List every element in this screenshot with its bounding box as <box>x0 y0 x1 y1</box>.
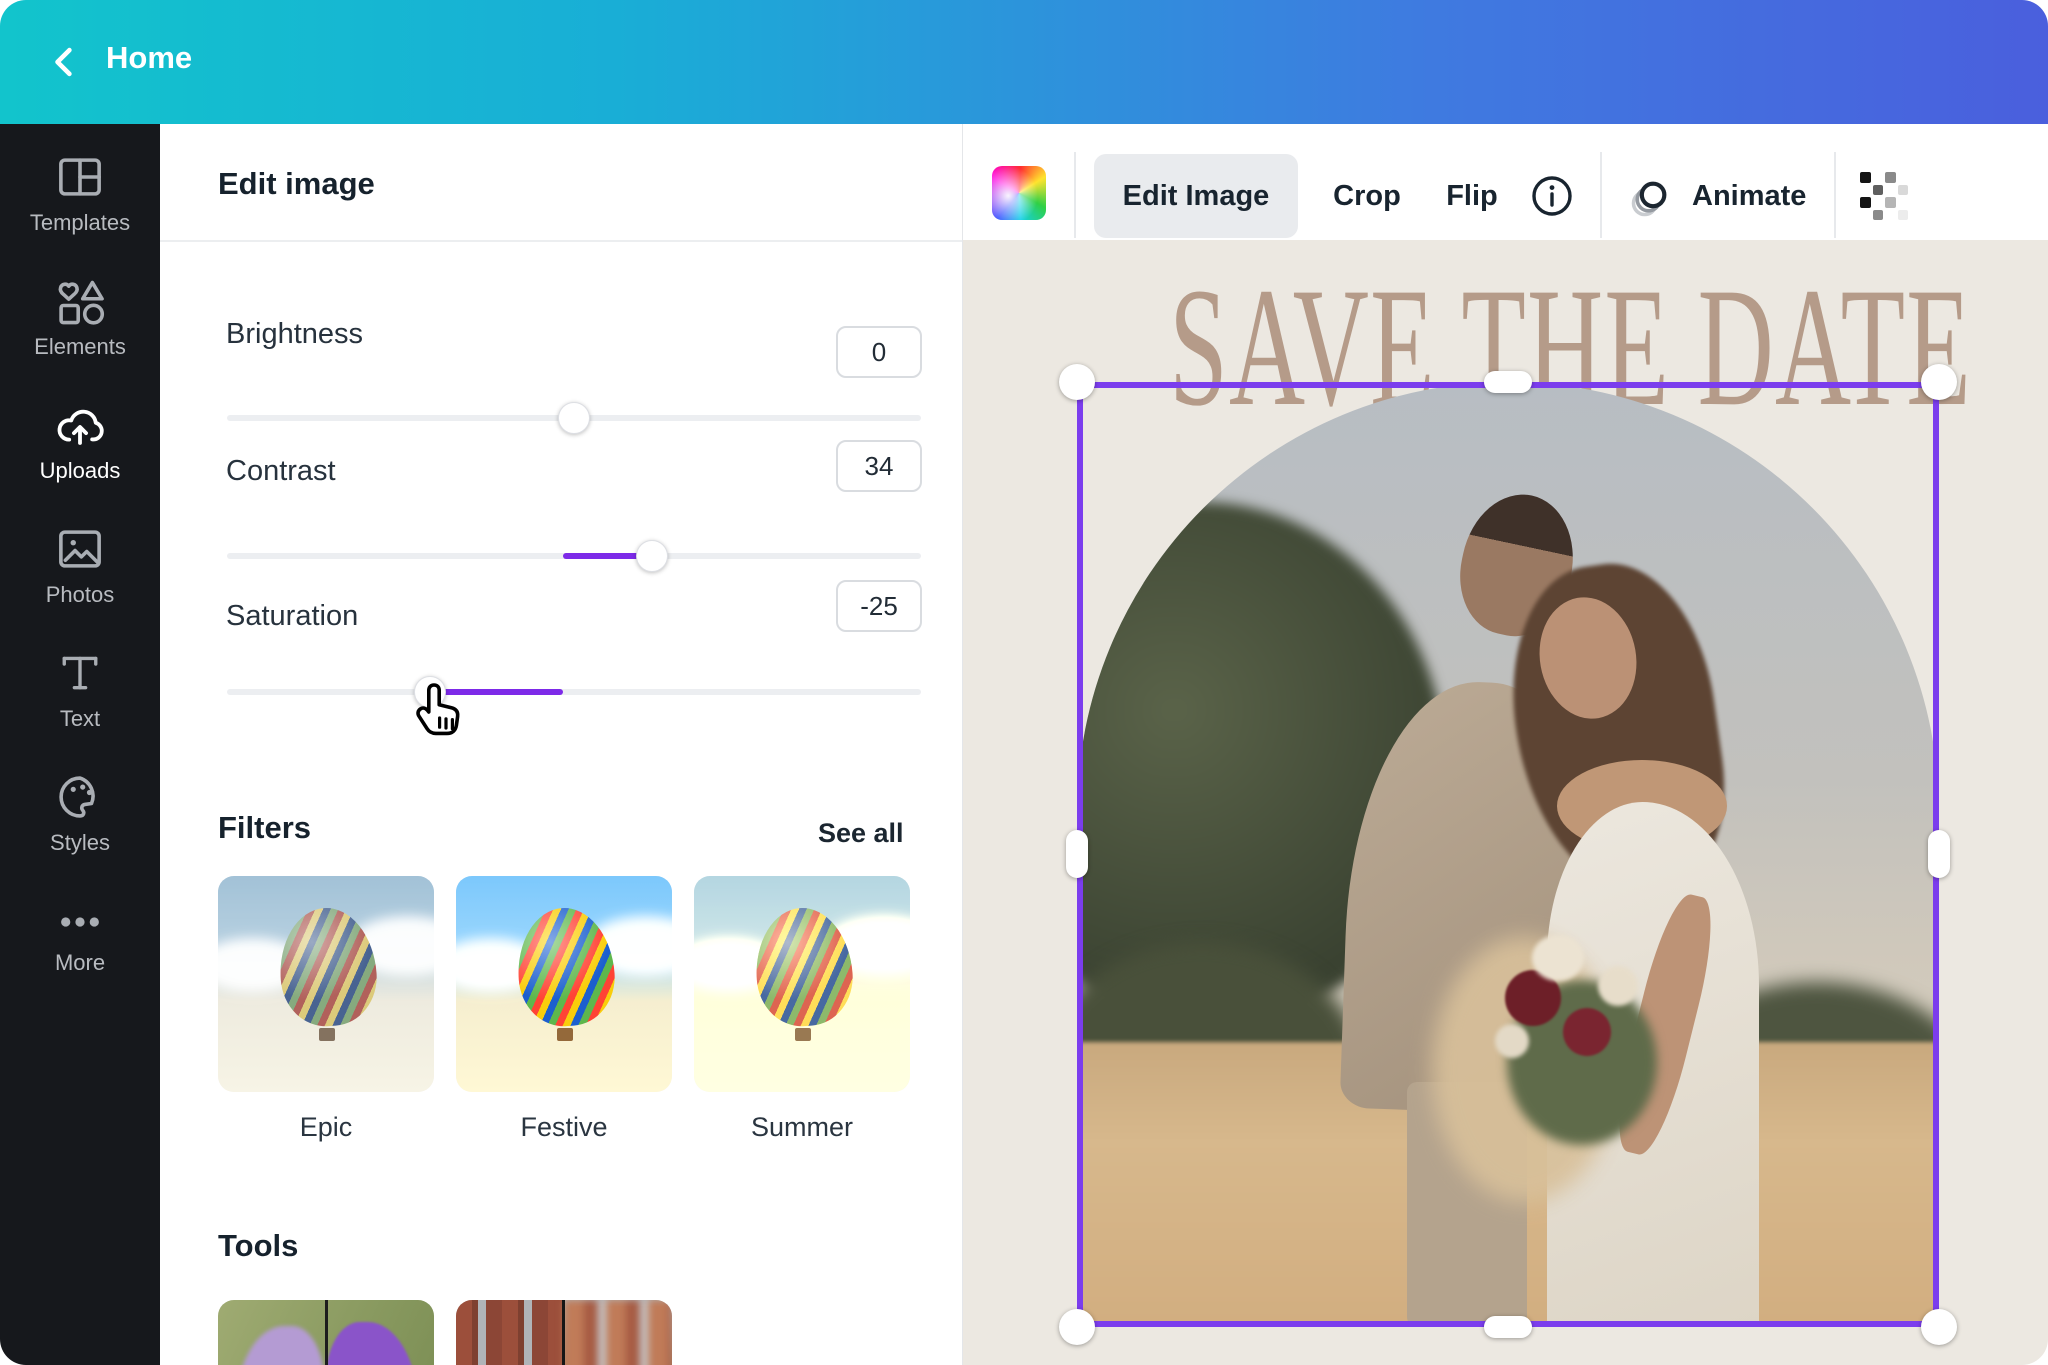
saturation-slider-thumb[interactable] <box>414 676 446 708</box>
tool-thumb-blur[interactable] <box>456 1300 672 1365</box>
uploads-icon <box>53 398 107 452</box>
contrast-label: Contrast <box>226 455 336 488</box>
contrast-slider-thumb[interactable] <box>636 540 668 572</box>
animate-button[interactable]: Animate <box>1692 154 1806 238</box>
edit-image-tab[interactable]: Edit Image <box>1094 154 1298 238</box>
chevron-left-icon <box>38 36 90 88</box>
styles-icon <box>53 770 107 824</box>
sidebar-item-label: Photos <box>0 582 160 608</box>
filter-label-summer: Summer <box>694 1112 910 1143</box>
resize-handle-bottom-middle[interactable] <box>1484 1316 1532 1338</box>
more-icon <box>53 900 107 944</box>
toolbar-divider <box>1074 152 1076 238</box>
arch-wedding-photo[interactable] <box>1077 382 1939 1327</box>
balloon-preview-image <box>456 876 672 1092</box>
resize-handle-left-middle[interactable] <box>1066 830 1088 878</box>
toolbar-divider <box>1600 152 1602 238</box>
filter-label-festive: Festive <box>456 1112 672 1143</box>
resize-handle-top-middle[interactable] <box>1484 371 1532 393</box>
flower-split-preview-image <box>218 1300 434 1365</box>
balloon-preview-image <box>694 876 910 1092</box>
saturation-label: Saturation <box>226 600 358 633</box>
photo-bouquet-flower <box>1532 935 1584 981</box>
transparency-checkerboard-icon[interactable] <box>1860 172 1908 220</box>
back-button[interactable] <box>38 36 90 88</box>
photos-icon <box>53 522 107 576</box>
filter-thumb-festive[interactable] <box>456 876 672 1092</box>
filter-label-epic: Epic <box>218 1112 434 1143</box>
crop-button[interactable]: Crop <box>1312 154 1422 238</box>
sidebar-item-label: Elements <box>0 334 160 360</box>
resize-handle-bottom-right[interactable] <box>1921 1309 1957 1345</box>
sidebar-item-photos[interactable]: Photos <box>0 522 160 652</box>
resize-handle-bottom-left[interactable] <box>1059 1309 1095 1345</box>
sidebar-item-label: Templates <box>0 210 160 236</box>
resize-handle-right-middle[interactable] <box>1928 830 1950 878</box>
tool-thumb-adjust[interactable] <box>218 1300 434 1365</box>
contrast-value-input[interactable]: 34 <box>836 440 922 492</box>
selected-photo-element[interactable] <box>1077 382 1939 1327</box>
sidebar-item-styles[interactable]: Styles <box>0 770 160 900</box>
contrast-slider[interactable] <box>227 553 921 559</box>
brightness-slider-thumb[interactable] <box>558 402 590 434</box>
sidebar-item-templates[interactable]: Templates <box>0 150 160 280</box>
edit-image-panel <box>160 124 963 1365</box>
filter-thumb-summer[interactable] <box>694 876 910 1092</box>
sidebar-item-uploads[interactable]: Uploads <box>0 398 160 528</box>
elements-icon <box>53 274 107 328</box>
text-icon <box>53 646 107 700</box>
sidebar-item-label: Text <box>0 706 160 732</box>
brightness-label: Brightness <box>226 318 363 351</box>
sidebar-item-more[interactable]: More <box>0 900 160 1030</box>
building-split-preview-image <box>456 1300 672 1365</box>
balloon-preview-image <box>218 876 434 1092</box>
panel-title: Edit image <box>218 166 375 202</box>
home-label: Home <box>106 40 192 76</box>
resize-handle-top-right[interactable] <box>1921 364 1957 400</box>
see-all-link[interactable]: See all <box>818 818 922 849</box>
brightness-slider[interactable] <box>227 415 921 421</box>
filter-thumb-epic[interactable] <box>218 876 434 1092</box>
sidebar-item-elements[interactable]: Elements <box>0 274 160 404</box>
top-header-bar: Home <box>0 0 2048 124</box>
saturation-value-input[interactable]: -25 <box>836 580 922 632</box>
resize-handle-top-left[interactable] <box>1059 364 1095 400</box>
photo-bouquet-flower <box>1495 1024 1529 1058</box>
templates-icon <box>53 150 107 204</box>
animate-icon[interactable] <box>1626 172 1676 222</box>
panel-divider <box>160 240 963 242</box>
saturation-slider[interactable] <box>227 689 921 695</box>
info-icon[interactable] <box>1528 172 1576 220</box>
photo-bouquet-flower <box>1598 966 1638 1006</box>
photo-bouquet-flower <box>1563 1008 1611 1056</box>
saturation-slider-fill <box>430 689 563 695</box>
canva-editor-window: Home Templates Eleme <box>0 0 2048 1365</box>
brightness-value-input[interactable]: 0 <box>836 326 922 378</box>
flip-button[interactable]: Flip <box>1424 154 1520 238</box>
sidebar: Templates Elements Upload <box>0 124 160 1365</box>
filters-title: Filters <box>218 810 311 846</box>
sidebar-item-label: More <box>0 950 160 976</box>
sidebar-item-text[interactable]: Text <box>0 646 160 776</box>
sidebar-item-label: Uploads <box>0 458 160 484</box>
color-picker-swatch[interactable] <box>992 166 1046 220</box>
toolbar-divider <box>1834 152 1836 238</box>
tools-title: Tools <box>218 1228 298 1264</box>
sidebar-item-label: Styles <box>0 830 160 856</box>
